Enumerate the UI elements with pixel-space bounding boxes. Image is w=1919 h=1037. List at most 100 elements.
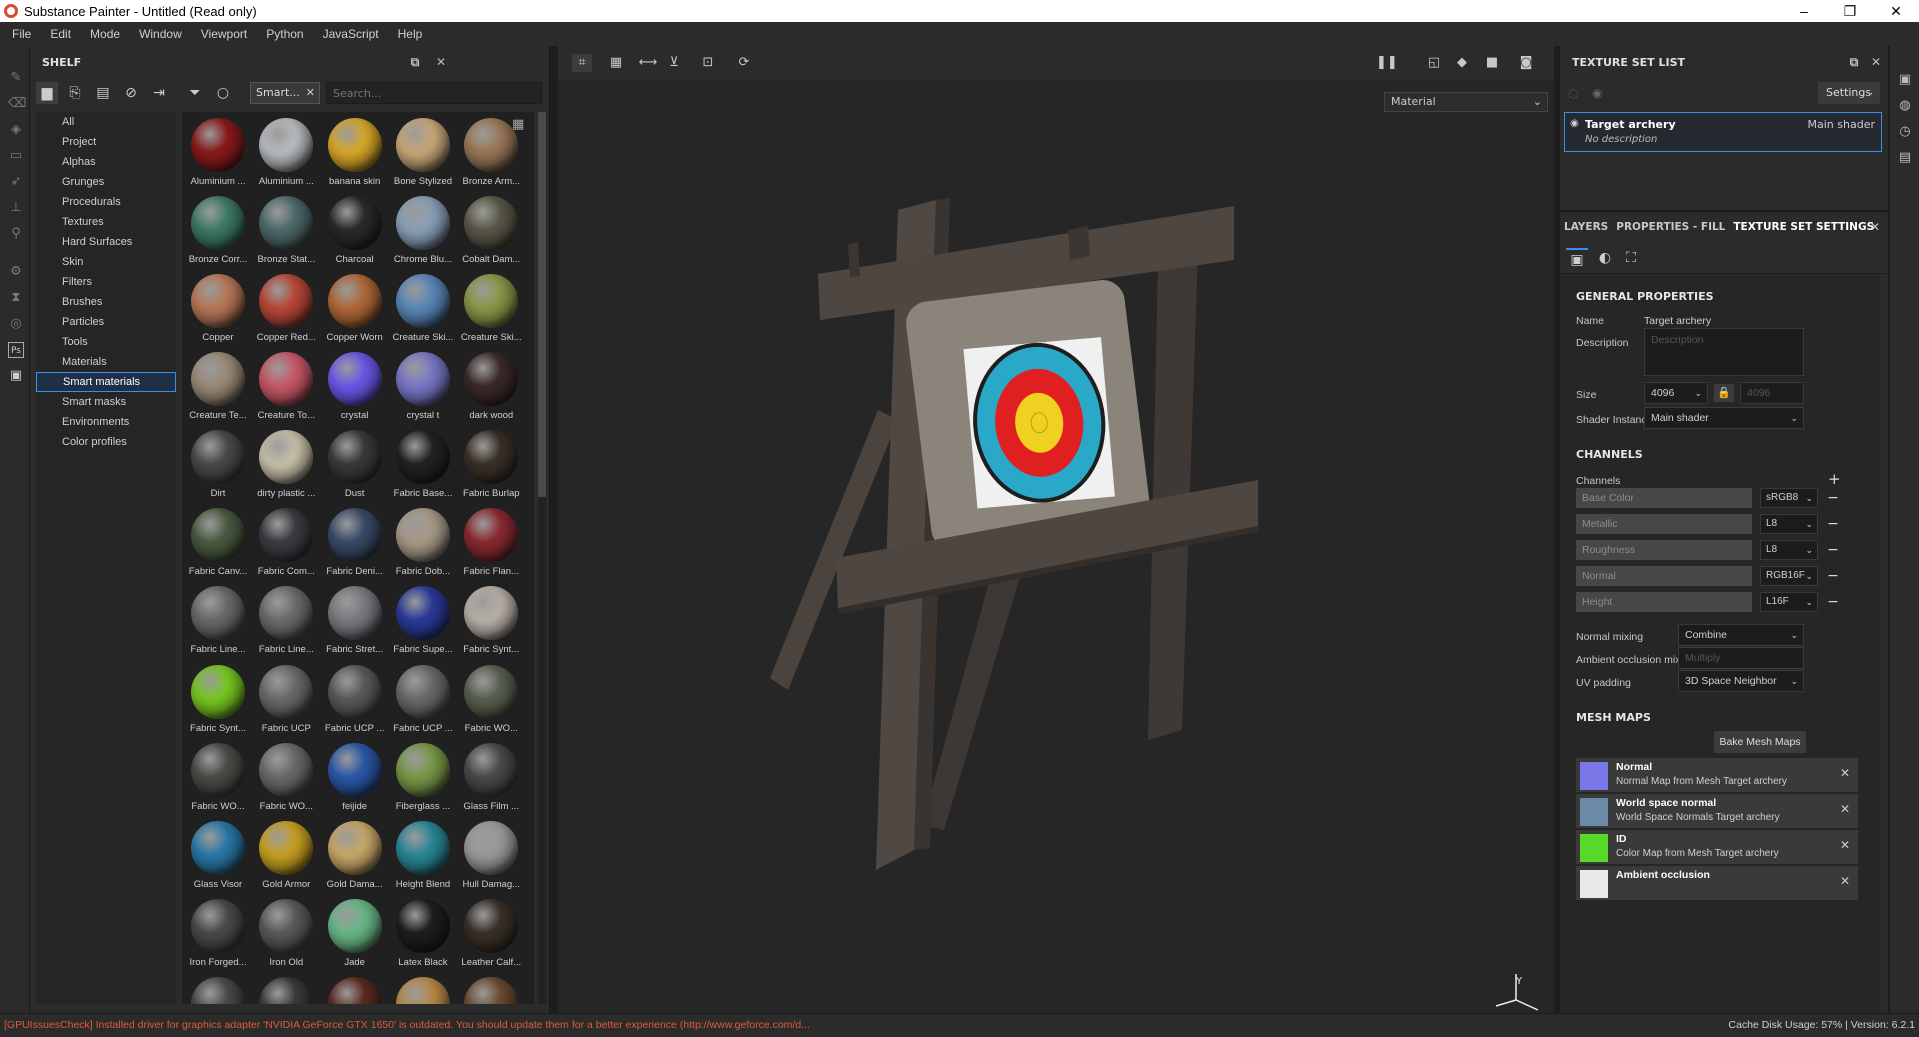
- shelf-category-color-profiles[interactable]: Color profiles: [36, 432, 176, 452]
- material-thumbnail[interactable]: Chrome Blu...: [389, 192, 457, 270]
- material-thumbnail[interactable]: Copper Worn: [321, 270, 389, 348]
- material-thumbnail[interactable]: Copper Red...: [252, 270, 320, 348]
- properties-scrollbar[interactable]: [1880, 276, 1888, 1013]
- shader-icon[interactable]: ◐: [1594, 248, 1616, 268]
- gpu-warning-message[interactable]: [GPUIssuesCheck] Installed driver for gr…: [4, 1019, 810, 1031]
- material-thumbnail[interactable]: Fabric WO...: [457, 661, 525, 739]
- pause-icon[interactable]: ❚❚: [1376, 54, 1398, 72]
- material-thumbnail[interactable]: Jade: [321, 895, 389, 973]
- material-thumbnail[interactable]: Fabric Line...: [184, 582, 252, 660]
- remove-channel-icon[interactable]: −: [1826, 566, 1840, 586]
- shelf-category-environments[interactable]: Environments: [36, 412, 176, 432]
- material-thumbnail[interactable]: Cobalt Dam...: [457, 192, 525, 270]
- close-icon[interactable]: ✕: [433, 54, 449, 70]
- material-thumbnail[interactable]: Fabric Com...: [252, 504, 320, 582]
- shelf-category-all[interactable]: All: [36, 112, 176, 132]
- bake-icon[interactable]: ⚙: [8, 264, 24, 280]
- align-icon[interactable]: ⊻: [664, 54, 684, 72]
- material-thumbnail[interactable]: Fabric UCP ...: [321, 661, 389, 739]
- material-thumbnail[interactable]: Creature Te...: [184, 348, 252, 426]
- shelf-category-smart-masks[interactable]: Smart masks: [36, 392, 176, 412]
- shelf-category-skin[interactable]: Skin: [36, 252, 176, 272]
- bake-mesh-maps-button[interactable]: Bake Mesh Maps: [1714, 731, 1806, 753]
- clone-icon[interactable]: ⊥: [8, 200, 24, 216]
- channel-name[interactable]: Base Color: [1576, 488, 1752, 508]
- material-thumbnail[interactable]: Fabric Canv...: [184, 504, 252, 582]
- material-thumbnail[interactable]: dirty plastic ...: [252, 426, 320, 504]
- material-thumbnail[interactable]: Latex Black: [389, 895, 457, 973]
- material-thumbnail[interactable]: Creature To...: [252, 348, 320, 426]
- material-thumbnail[interactable]: Fabric Supe...: [389, 582, 457, 660]
- normal-mixing-select[interactable]: Combine ⌄: [1678, 624, 1804, 646]
- remove-mesh-map-icon[interactable]: ✕: [1840, 838, 1850, 852]
- save-preset-icon[interactable]: ▤: [92, 82, 114, 104]
- size-height-field[interactable]: 4096: [1740, 382, 1804, 404]
- material-thumbnail[interactable]: banana skin: [321, 114, 389, 192]
- shelf-category-alphas[interactable]: Alphas: [36, 152, 176, 172]
- import-icon[interactable]: ⇥: [148, 82, 170, 104]
- remove-channel-icon[interactable]: −: [1826, 514, 1840, 534]
- frame-icon[interactable]: ⊡: [698, 54, 718, 72]
- shader-instance-select[interactable]: Main shader ⌄: [1644, 407, 1804, 429]
- material-thumbnail[interactable]: Gold Dama...: [321, 817, 389, 895]
- mesh-map-row[interactable]: Ambient occlusion ✕: [1576, 866, 1858, 900]
- material-thumbnail[interactable]: Fabric Deni...: [321, 504, 389, 582]
- channel-format-select[interactable]: L16F ⌄: [1760, 592, 1818, 612]
- texture-set-icon[interactable]: ▣: [1566, 248, 1588, 268]
- material-thumbnail[interactable]: Fabric Dob...: [389, 504, 457, 582]
- log-icon[interactable]: ▤: [1897, 150, 1913, 166]
- material-thumbnail[interactable]: Leather Calf...: [457, 895, 525, 973]
- material-thumbnail[interactable]: Hull Damag...: [457, 817, 525, 895]
- menu-javascript[interactable]: JavaScript: [317, 27, 392, 41]
- material-thumbnail[interactable]: [252, 973, 320, 1004]
- material-thumbnail[interactable]: crystal t: [389, 348, 457, 426]
- material-thumbnail[interactable]: Fabric Flan...: [457, 504, 525, 582]
- texture-set-shader[interactable]: Main shader: [1808, 118, 1875, 131]
- material-thumbnail[interactable]: Glass Film ...: [457, 739, 525, 817]
- minimize-button[interactable]: –: [1781, 0, 1827, 22]
- screenshot-icon[interactable]: ▣: [8, 368, 24, 384]
- channel-name[interactable]: Roughness: [1576, 540, 1752, 560]
- smudge-icon[interactable]: ➶: [8, 174, 24, 190]
- eraser-icon[interactable]: ⌫: [8, 96, 26, 112]
- hide-all-icon[interactable]: ◌: [1568, 86, 1584, 100]
- material-thumbnail[interactable]: Aluminium ...: [252, 114, 320, 192]
- display-mode-icon[interactable]: ◱: [1424, 54, 1444, 72]
- shelf-category-procedurals[interactable]: Procedurals: [36, 192, 176, 212]
- material-thumbnail[interactable]: Fabric UCP: [252, 661, 320, 739]
- history-icon[interactable]: ◷: [1897, 124, 1913, 140]
- material-thumbnail[interactable]: Creature Ski...: [389, 270, 457, 348]
- remove-mesh-map-icon[interactable]: ✕: [1840, 802, 1850, 816]
- camera-icon[interactable]: ■: [1482, 54, 1502, 72]
- tab-layers[interactable]: LAYERS: [1564, 221, 1608, 233]
- shelf-category-project[interactable]: Project: [36, 132, 176, 152]
- tab-texture-set-settings[interactable]: TEXTURE SET SETTINGS: [1733, 221, 1874, 233]
- material-thumbnail[interactable]: feijide: [321, 739, 389, 817]
- channel-name[interactable]: Metallic: [1576, 514, 1752, 534]
- material-thumbnail[interactable]: Creature Ski...: [457, 270, 525, 348]
- eye-icon[interactable]: ◉: [1570, 118, 1579, 129]
- texture-set-settings-dropdown[interactable]: Settings ⌄: [1818, 82, 1880, 104]
- viewport[interactable]: ⌗ ▦ ⟷ ⊻ ⊡ ⟳ ❚❚ ◱ ◆ ■ ◙ Material ⌄ Y: [558, 46, 1554, 1027]
- symmetry-icon[interactable]: ⟷: [638, 54, 658, 72]
- material-thumbnail[interactable]: Fabric WO...: [184, 739, 252, 817]
- shelf-category-textures[interactable]: Textures: [36, 212, 176, 232]
- mesh-map-row[interactable]: ID Color Map from Mesh Target archery ✕: [1576, 830, 1858, 864]
- material-thumbnail[interactable]: Fiberglass ...: [389, 739, 457, 817]
- paint-brush-icon[interactable]: ✎: [8, 70, 24, 86]
- mesh-map-row[interactable]: Normal Normal Map from Mesh Target archer…: [1576, 758, 1858, 792]
- menu-help[interactable]: Help: [392, 27, 436, 41]
- undock-icon[interactable]: ⧉: [407, 54, 423, 70]
- menu-python[interactable]: Python: [260, 27, 316, 41]
- 3d-scene[interactable]: [558, 80, 1554, 1013]
- remove-channel-icon[interactable]: −: [1826, 540, 1840, 560]
- material-thumbnail[interactable]: Fabric UCP ...: [389, 661, 457, 739]
- menu-mode[interactable]: Mode: [84, 27, 133, 41]
- remove-mesh-map-icon[interactable]: ✕: [1840, 766, 1850, 780]
- material-thumbnail[interactable]: Fabric Stret...: [321, 582, 389, 660]
- remove-mesh-map-icon[interactable]: ✕: [1840, 874, 1850, 888]
- folder-icon[interactable]: ▆: [36, 82, 58, 104]
- projection-icon[interactable]: ◈: [8, 122, 24, 138]
- material-thumbnail[interactable]: Iron Old: [252, 895, 320, 973]
- shelf-category-hard-surfaces[interactable]: Hard Surfaces: [36, 232, 176, 252]
